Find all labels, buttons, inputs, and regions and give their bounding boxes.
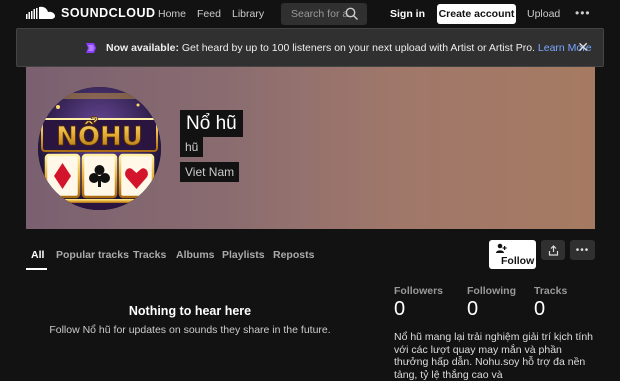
- avatar: NỔHU: [38, 87, 161, 210]
- follow-button[interactable]: Follow: [489, 240, 536, 269]
- following-label[interactable]: Following: [467, 285, 516, 297]
- follow-label: Follow: [501, 255, 535, 267]
- promo-banner: Now available: Get heard by up to 100 li…: [16, 28, 604, 67]
- empty-state-subtitle: Follow Nổ hũ for updates on sounds they …: [49, 324, 331, 336]
- share-button[interactable]: [541, 240, 565, 260]
- nav-feed[interactable]: Feed: [197, 8, 221, 20]
- pro-badge-icon: [86, 43, 96, 53]
- top-navigation-bar: SOUNDCLOUD Home Feed Library Search for …: [0, 0, 620, 28]
- tab-albums[interactable]: Albums: [176, 249, 215, 261]
- profile-name: Nổ hũ: [180, 110, 243, 137]
- sign-in-button[interactable]: Sign in: [390, 8, 425, 20]
- create-account-button[interactable]: Create account: [437, 4, 516, 24]
- tab-tracks[interactable]: Tracks: [133, 249, 166, 261]
- banner-body-text: Get heard by up to 100 listeners on your…: [178, 42, 538, 54]
- profile-bio: Nổ hũ mang lại trải nghiệm giải trí kịch…: [394, 331, 594, 381]
- tab-reposts[interactable]: Reposts: [273, 249, 314, 261]
- upload-link[interactable]: Upload: [527, 8, 560, 20]
- empty-state-title: Nothing to hear here: [128, 304, 252, 318]
- nav-library[interactable]: Library: [232, 8, 264, 20]
- more-actions-button[interactable]: •••: [570, 240, 595, 260]
- profile-username: hũ: [180, 137, 204, 157]
- followers-count[interactable]: 0: [394, 298, 405, 321]
- avatar-image: NỔHU: [38, 87, 161, 210]
- tab-all[interactable]: All: [31, 249, 44, 261]
- share-icon: [548, 244, 558, 256]
- profile-header: NỔHU Nổ hũ hũ Viet Nam: [26, 67, 595, 229]
- tracks-count[interactable]: 0: [534, 298, 545, 321]
- followers-label[interactable]: Followers: [394, 285, 443, 297]
- tracks-label[interactable]: Tracks: [534, 285, 567, 297]
- banner-message: Now available: Get heard by up to 100 li…: [106, 42, 592, 54]
- tab-popular-tracks[interactable]: Popular tracks: [56, 249, 129, 261]
- logo-text: SOUNDCLOUD: [61, 6, 156, 20]
- soundcloud-logo[interactable]: SOUNDCLOUD: [26, 6, 156, 20]
- tab-playlists[interactable]: Playlists: [222, 249, 265, 261]
- nav-home[interactable]: Home: [158, 8, 186, 20]
- banner-bold-text: Now available:: [106, 42, 179, 54]
- add-user-icon: [496, 243, 507, 253]
- search-input[interactable]: Search for a: [281, 3, 367, 25]
- soundcloud-cloud-icon: [26, 6, 55, 19]
- following-count[interactable]: 0: [467, 298, 478, 321]
- search-placeholder: Search for a: [291, 8, 349, 20]
- more-options-icon[interactable]: •••: [575, 6, 591, 20]
- search-icon[interactable]: [345, 7, 359, 21]
- profile-location: Viet Nam: [180, 162, 240, 182]
- close-icon[interactable]: ✕: [577, 39, 589, 56]
- active-tab-indicator: [26, 268, 47, 270]
